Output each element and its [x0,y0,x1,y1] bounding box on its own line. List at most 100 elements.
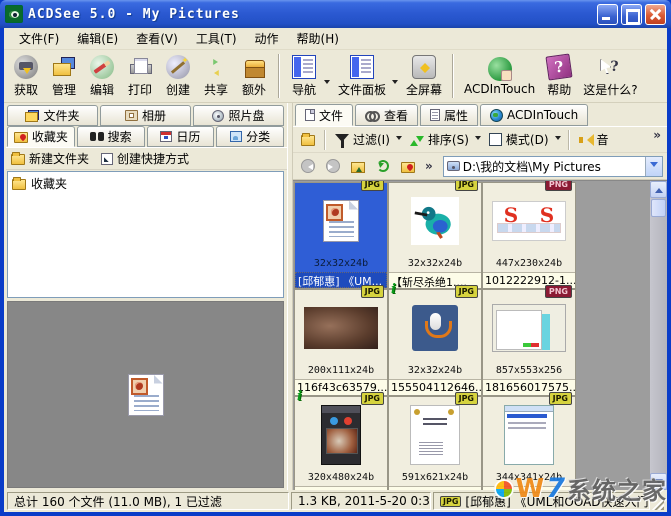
navigate-dropdown-arrow[interactable] [324,80,330,87]
shortcut-icon [101,153,113,165]
jpg-badge: JPG [440,496,461,507]
create-shortcut-button[interactable]: 创建快捷方式 [101,150,189,167]
scroll-up-button[interactable] [650,181,667,198]
funnel-icon [335,134,349,149]
acdintouch-button[interactable]: ACDInTouch [459,52,540,101]
preview-pane[interactable] [7,301,284,488]
thumbnail-item[interactable]: JPG 344x341x24b [482,396,576,490]
tab-search[interactable]: 搜索 [77,126,145,147]
thumbnail-item[interactable]: JPG 32x32x24b [邱郁惠] 《UM... [294,182,388,289]
window-title: ACDSee 5.0 - My Pictures [28,7,594,22]
thumbnail-item[interactable]: i JPG 320x480x24b [294,396,388,490]
new-folder-button[interactable]: 新建文件夹 [11,150,89,167]
menu-view[interactable]: 查看(V) [127,28,187,50]
thumbnail-item[interactable]: PNG 857x553x256 181656017575... [482,289,576,396]
file-panel-button[interactable]: 文件面板 [333,52,391,101]
thumbnail-item[interactable]: JPG 591x621x24b [388,396,482,490]
left-tabs-row1: 文件夹 相册 照片盘 [6,105,287,126]
forward-button[interactable] [322,156,344,176]
jpg-badge: JPG [455,181,478,191]
tab-calendar[interactable]: 日历 [147,126,215,147]
fullscreen-button[interactable]: 全屏幕 [401,52,447,101]
print-button[interactable]: 打印 [121,52,159,101]
menu-file[interactable]: 文件(F) [10,28,68,50]
globe-icon [490,109,503,122]
scrollbar-thumb[interactable] [651,199,666,217]
help-button[interactable]: ? 帮助 [540,52,578,101]
camera-icon [14,55,38,79]
tab-favorites[interactable]: 收藏夹 [7,126,75,147]
address-bar: » D:\我的文档\My Pictures [293,153,667,180]
favorites-button[interactable] [397,156,419,176]
audio-button[interactable]: 音 [574,128,614,151]
back-icon [301,159,315,173]
tab-albums[interactable]: 相册 [100,105,191,126]
filter-button[interactable]: 过滤(I) [330,128,395,152]
thumbnail-item[interactable]: JPG 32x3 [388,182,482,289]
thumbnail-item[interactable]: JPG 200x111x24b 116f43c63579... [294,289,388,396]
navigate-button[interactable]: 导航 [285,52,323,101]
scroll-down-button[interactable] [650,473,667,490]
image-dimensions: 32x32x24b [389,365,481,379]
more-buttons-chevron[interactable]: » [650,128,664,142]
maximize-button[interactable] [621,4,642,25]
file-panel-icon [350,55,374,79]
manage-button[interactable]: 管理 [45,52,83,101]
tab-properties[interactable]: 属性 [420,104,478,126]
mode-button[interactable]: 模式(D) [484,128,554,151]
up-button[interactable] [347,156,369,176]
fullscreen-icon [412,55,436,79]
image-dimensions: 32x32x24b [295,258,387,272]
chevron-down-icon [655,479,663,488]
tab-categories[interactable]: 分类 [216,126,284,147]
back-button[interactable] [297,156,319,176]
close-button[interactable] [645,4,666,25]
left-tabs-row2: 收藏夹 搜索 日历 分类 [6,126,287,147]
bird-thumbnail [411,197,459,245]
app-window: ACDSee 5.0 - My Pictures 文件(F) 编辑(E) 查看(… [0,0,671,516]
filter-dropdown-arrow[interactable] [396,136,402,143]
thumbnail-item[interactable]: i JPG 32x32x24b 155504112646... [388,289,482,396]
favorites-folder-icon [401,162,415,173]
minimize-button[interactable] [597,4,618,25]
menu-help[interactable]: 帮助(H) [288,28,348,50]
sort-button[interactable]: 排序(S) [405,128,474,151]
resize-grip[interactable] [652,498,664,510]
photo-thumbnail [304,307,378,349]
tab-photo-disc[interactable]: 照片盘 [193,105,284,126]
chest-icon [242,55,266,79]
extras-button[interactable]: 额外 [235,52,273,101]
tab-view[interactable]: 查看 [355,104,418,126]
mode-dropdown-arrow[interactable] [555,136,561,143]
jpg-badge: JPG [455,392,478,405]
create-button[interactable]: 创建 [159,52,197,101]
tree-item-favorites[interactable]: 收藏夹 [12,175,279,192]
folder-up-icon [351,162,365,173]
more-buttons-chevron[interactable]: » [422,159,436,173]
menu-tools[interactable]: 工具(T) [187,28,246,50]
menu-edit[interactable]: 编辑(E) [68,28,127,50]
forward-icon [326,159,340,173]
share-button[interactable]: 共享 [197,52,235,101]
tab-file[interactable]: 文件 [295,104,353,126]
file-panel-dropdown-arrow[interactable] [392,80,398,87]
address-dropdown-button[interactable] [645,157,662,176]
refresh-button[interactable] [372,156,394,176]
document-page-thumbnail [410,405,460,465]
menu-actions[interactable]: 动作 [246,28,288,50]
vertical-scrollbar[interactable] [650,181,667,490]
sort-dropdown-arrow[interactable] [475,136,481,143]
acquire-button[interactable]: 获取 [7,52,45,101]
new-folder-button[interactable] [296,130,320,149]
whats-this-button[interactable]: ? 这是什么? [578,52,642,101]
tab-folders[interactable]: 文件夹 [7,105,98,126]
tab-acdintouch[interactable]: ACDInTouch [480,104,588,126]
file-page-icon [305,109,315,121]
thumbnail-item[interactable]: PNG S S 447x230x24b 1012222912-1... [482,182,576,289]
jpg-badge: JPG [361,181,384,191]
edit-button[interactable]: 编辑 [83,52,121,101]
help-book-icon: ? [546,53,573,80]
thumbnail-area: JPG 32x32x24b [邱郁惠] 《UM... JPG [293,180,667,490]
address-combo[interactable]: D:\我的文档\My Pictures [443,156,663,177]
scrollbar-track[interactable] [650,218,667,473]
